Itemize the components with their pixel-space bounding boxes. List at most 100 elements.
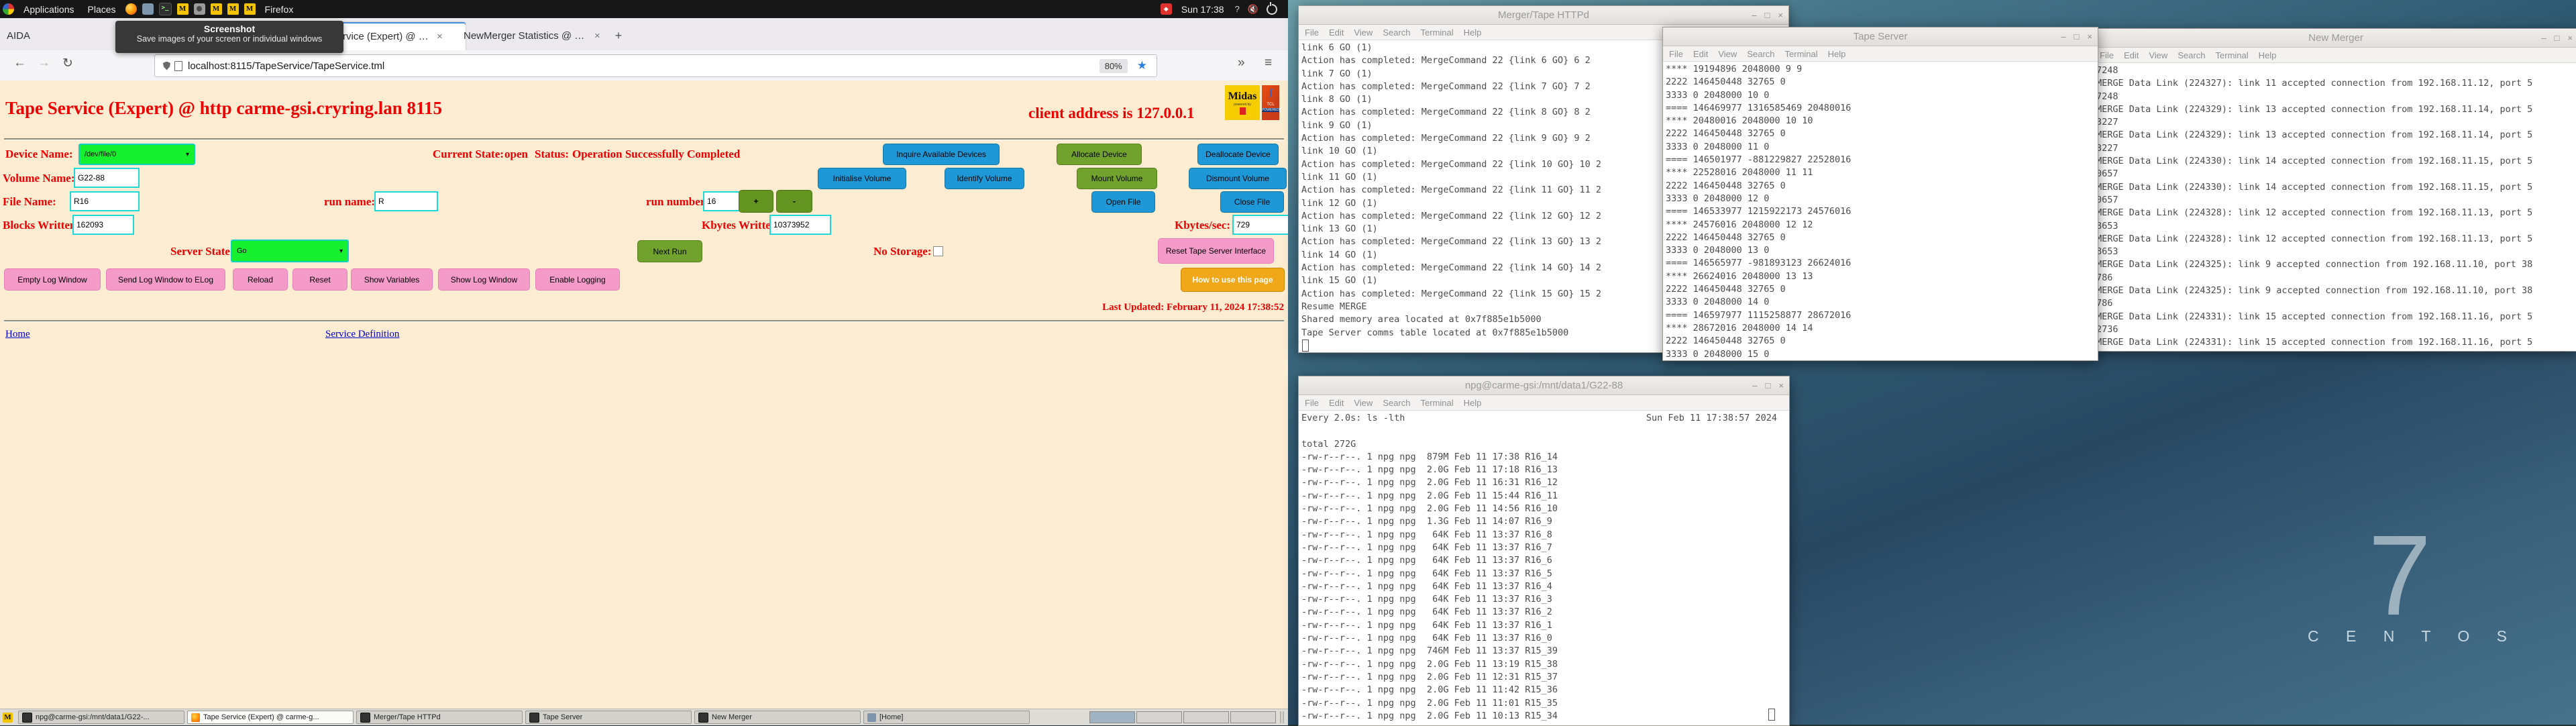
tab-newmerger-statistics[interactable]: NewMerger Statistics @ carm × — [457, 21, 611, 50]
service-definition-link[interactable]: Service Definition — [325, 329, 399, 340]
midas-launcher-icon-1[interactable]: M — [176, 3, 189, 15]
close-icon[interactable]: × — [1778, 380, 1784, 391]
volume-name-input[interactable]: G22-88 — [74, 168, 140, 188]
midas-logo[interactable]: Midas powered by — [1225, 85, 1260, 120]
blocks-written-input[interactable]: 162093 — [72, 215, 134, 235]
open-file-button[interactable]: Open File — [1091, 191, 1155, 213]
menu-terminal[interactable]: Terminal — [1421, 28, 1454, 38]
reset-button[interactable]: Reset — [292, 268, 347, 291]
close-icon[interactable]: × — [2567, 33, 2573, 43]
menu-help[interactable]: Help — [1828, 49, 1846, 59]
page-info-icon[interactable] — [174, 60, 182, 71]
maximize-icon[interactable]: □ — [2074, 32, 2080, 42]
url-text[interactable]: localhost:8115/TapeService/TapeService.t… — [188, 60, 1099, 72]
menu-file[interactable]: File — [1305, 28, 1319, 38]
midas-launcher-icon-4[interactable]: M — [244, 3, 256, 15]
reload-button[interactable]: Reload — [233, 268, 288, 291]
menu-help[interactable]: Help — [1464, 398, 1482, 408]
menu-view[interactable]: View — [1354, 398, 1373, 408]
taskbar-item-tape-server[interactable]: Tape Server — [525, 711, 692, 724]
back-icon[interactable]: ← — [13, 56, 26, 70]
send-log-window-to-elog-button[interactable]: Send Log Window to ELog — [106, 268, 225, 291]
bookmark-star-icon[interactable]: ★ — [1137, 59, 1147, 72]
taskbar-item-npg-terminal[interactable]: npg@carme-gsi:/mnt/data1/G22-... — [18, 711, 184, 724]
tab-close-icon[interactable]: × — [594, 30, 600, 42]
terminal-output[interactable]: **** 19194896 2048000 9 9 2222 146450448… — [1663, 62, 2098, 360]
taskbar-notes-icon[interactable]: M — [3, 712, 13, 723]
focused-app-name[interactable]: Firefox — [265, 4, 294, 15]
tcl-powered-logo[interactable]: ʃ TCL POWERED — [1262, 85, 1279, 120]
menu-search[interactable]: Search — [2178, 50, 2205, 60]
enable-logging-button[interactable]: Enable Logging — [535, 268, 620, 291]
file-name-input[interactable]: R16 — [70, 191, 140, 211]
menu-search[interactable]: Search — [1383, 398, 1410, 408]
terminal-output[interactable]: 7248 MERGE Data Link (224327): link 11 a… — [2094, 63, 2576, 350]
reload-icon[interactable]: ↻ — [62, 56, 73, 71]
menu-search[interactable]: Search — [1747, 49, 1774, 59]
workspace-3[interactable] — [1183, 711, 1229, 723]
initialise-volume-button[interactable]: Initialise Volume — [818, 168, 906, 189]
menu-help[interactable]: Help — [1464, 28, 1482, 38]
url-bar[interactable]: localhost:8115/TapeService/TapeService.t… — [154, 54, 1157, 77]
volume-muted-icon[interactable]: 🔇 — [1248, 4, 1258, 15]
power-icon[interactable] — [1267, 1, 1277, 15]
menu-view[interactable]: View — [1718, 49, 1737, 59]
minimize-icon[interactable]: – — [1752, 380, 1757, 391]
menu-terminal[interactable]: Terminal — [2216, 50, 2249, 60]
inquire-available-devices-button[interactable]: Inquire Available Devices — [883, 144, 1000, 165]
show-variables-button[interactable]: Show Variables — [351, 268, 433, 291]
run-number-increment-button[interactable]: + — [739, 190, 773, 213]
menu-file[interactable]: File — [1669, 49, 1683, 59]
menu-view[interactable]: View — [1354, 28, 1373, 38]
menu-edit[interactable]: Edit — [1329, 28, 1344, 38]
maximize-icon[interactable]: □ — [1766, 380, 1771, 391]
menu-edit[interactable]: Edit — [1329, 398, 1344, 408]
titlebar[interactable]: Tape Server – □ × — [1663, 28, 2098, 46]
kbytes-written-input[interactable]: 10373952 — [769, 215, 831, 235]
run-number-input[interactable]: 16 — [703, 191, 743, 211]
menu-view[interactable]: View — [2149, 50, 2167, 60]
firefox-launcher-icon[interactable] — [125, 3, 137, 15]
files-launcher-icon[interactable] — [142, 3, 154, 15]
clock[interactable]: Sun 17:38 — [1181, 4, 1224, 15]
titlebar[interactable]: npg@carme-gsi:/mnt/data1/G22-88 – □ × — [1299, 376, 1789, 395]
applications-menu[interactable]: Applications — [23, 4, 74, 15]
shield-icon[interactable] — [163, 61, 170, 70]
terminal-launcher-icon[interactable]: >_ — [158, 3, 172, 15]
network-status-icon[interactable]: ? — [1235, 4, 1240, 14]
run-number-decrement-button[interactable]: - — [776, 190, 812, 213]
empty-log-window-button[interactable]: Empty Log Window — [4, 268, 101, 291]
taskbar-handle[interactable] — [1280, 711, 1285, 723]
zoom-level-badge[interactable]: 80% — [1099, 58, 1128, 73]
no-storage-checkbox[interactable] — [933, 246, 943, 256]
midas-launcher-icon-3[interactable]: M — [227, 3, 239, 15]
taskbar-item-merger-httpd[interactable]: Merger/Tape HTTPd — [356, 711, 523, 724]
taskbar-item-tape-service[interactable]: Tape Service (Expert) @ carme-g... — [187, 711, 354, 724]
kbytes-per-sec-input[interactable]: 729 — [1232, 215, 1288, 235]
menu-search[interactable]: Search — [1383, 28, 1410, 38]
server-state-select[interactable]: Go ▾ — [231, 240, 349, 262]
taskbar-item-home-folder[interactable]: [Home] — [863, 711, 1030, 724]
tab-close-icon[interactable]: × — [437, 31, 443, 42]
maximize-icon[interactable]: □ — [2555, 33, 2560, 43]
device-name-select[interactable]: /dev/file/0 ▾ — [78, 144, 195, 165]
next-run-button[interactable]: Next Run — [637, 240, 702, 262]
close-icon[interactable]: × — [1778, 10, 1783, 20]
overflow-menu-icon[interactable]: » — [1238, 56, 1245, 70]
workspace-4[interactable] — [1230, 711, 1276, 723]
menu-edit[interactable]: Edit — [2124, 50, 2139, 60]
app-indicator-icon[interactable]: ◆ — [1160, 3, 1172, 15]
deallocate-device-button[interactable]: Deallocate Device — [1197, 144, 1279, 165]
run-name-input[interactable]: R — [374, 191, 438, 211]
minimize-icon[interactable]: – — [2061, 32, 2065, 42]
midas-launcher-icon-2[interactable]: M — [210, 3, 222, 15]
maximize-icon[interactable]: □ — [1765, 10, 1770, 20]
titlebar[interactable]: New Merger – □ × — [2094, 29, 2576, 48]
mount-volume-button[interactable]: Mount Volume — [1077, 168, 1157, 189]
places-menu[interactable]: Places — [88, 4, 116, 15]
distro-menu-icon[interactable] — [3, 3, 14, 15]
how-to-use-this-page-button[interactable]: How to use this page — [1181, 268, 1285, 292]
titlebar[interactable]: Merger/Tape HTTPd – □ × — [1299, 6, 1788, 25]
menu-file[interactable]: File — [1305, 398, 1319, 408]
menu-terminal[interactable]: Terminal — [1785, 49, 1818, 59]
